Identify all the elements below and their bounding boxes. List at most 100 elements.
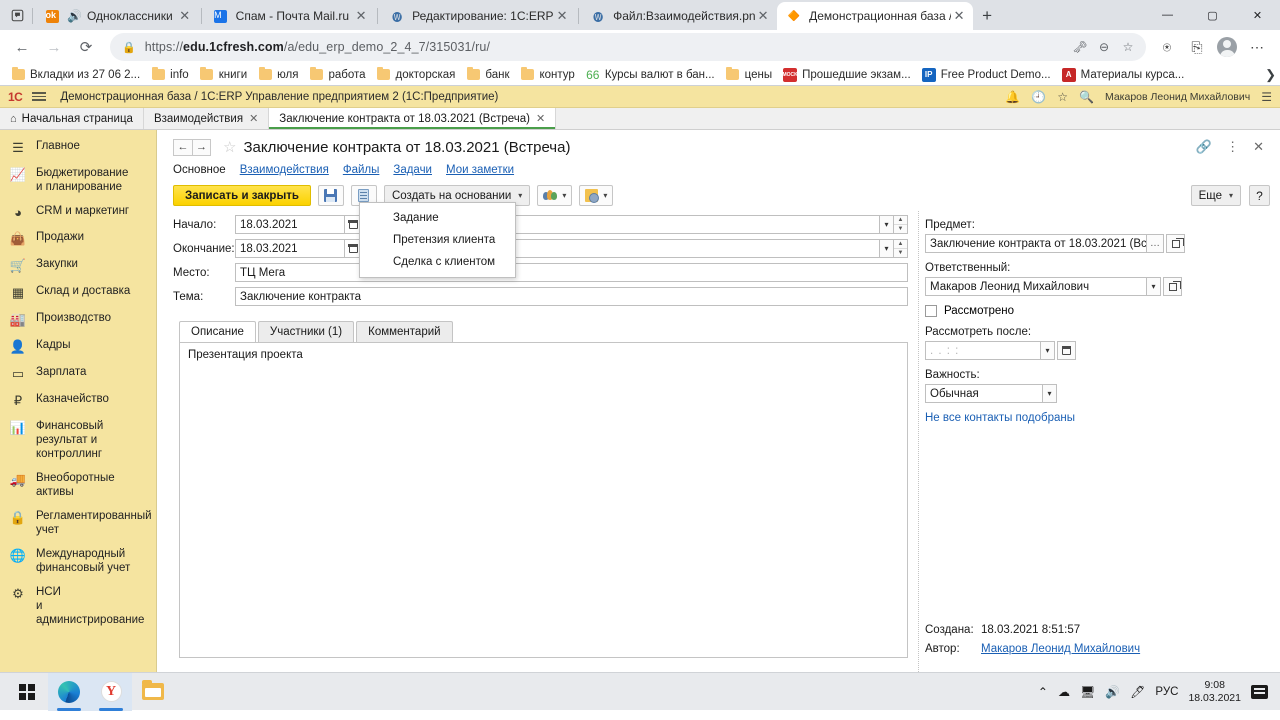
review-after-input[interactable]: . . : : — [925, 341, 1041, 360]
sidebar-item-crm[interactable]: ◕ CRM и маркетинг — [0, 199, 156, 225]
author-link[interactable]: Макаров Леонид Михайлович — [981, 643, 1140, 655]
file-explorer-button[interactable] — [132, 673, 174, 711]
bookmark-item[interactable]: info — [146, 66, 195, 83]
tab-close-icon[interactable]: ✕ — [755, 8, 771, 24]
bookmark-item[interactable]: Вкладки из 27 06 2... — [6, 66, 146, 83]
contacts-warning-link[interactable]: Не все контакты подобраны — [925, 412, 1270, 424]
help-button[interactable]: ? — [1249, 185, 1270, 206]
tab-zadachi[interactable]: Задачи — [393, 164, 432, 176]
yandex-browser-button[interactable]: Y — [90, 672, 132, 711]
address-bar[interactable]: 🔒 https://edu.1cfresh.com/a/edu_erp_demo… — [110, 33, 1146, 61]
subject-ellipsis-button[interactable]: … — [1147, 234, 1164, 253]
participants-button[interactable]: ▾ — [537, 185, 573, 206]
back-button[interactable]: ← — [8, 33, 36, 61]
tab-close-icon[interactable]: ✕ — [177, 8, 193, 24]
favorite-add-icon[interactable]: ☆ — [1116, 35, 1140, 59]
favorites-star-icon[interactable]: ☆ — [1057, 90, 1068, 104]
tab-close-icon[interactable]: ✕ — [951, 8, 967, 24]
dropdown-item-zadanie[interactable]: Задание — [360, 207, 515, 229]
start-extra-dropdown-icon[interactable]: ▾ — [880, 215, 894, 234]
importance-dropdown-icon[interactable]: ▾ — [1043, 384, 1057, 403]
bookmark-item[interactable]: юля — [253, 66, 304, 83]
sidebar-item-regulated-accounting[interactable]: 🔒 Регламентированный учет — [0, 504, 156, 542]
tab-osnovnoe[interactable]: Основное — [173, 164, 226, 176]
content-tab-comment[interactable]: Комментарий — [356, 321, 453, 342]
description-textarea[interactable]: Презентация проекта — [179, 342, 908, 658]
subject-input[interactable]: Заключение контракта от 18.03.2021 (Встр… — [925, 234, 1147, 253]
onec-tab-home[interactable]: ⌂ Начальная страница — [0, 108, 144, 129]
responsible-dropdown-icon[interactable]: ▾ — [1147, 277, 1161, 296]
content-tab-participants[interactable]: Участники (1) — [257, 321, 355, 342]
tab-close-icon[interactable]: ✕ — [353, 8, 369, 24]
sidebar-item-warehouse[interactable]: ▦ Склад и доставка — [0, 279, 156, 306]
split-screen-icon[interactable]: ⎘ — [1182, 33, 1212, 61]
network-icon[interactable]: 🖥 — [1080, 685, 1095, 699]
start-extra-spinner[interactable]: ▲ ▼ — [894, 215, 908, 234]
tab-audio-icon[interactable]: 🔊 — [67, 9, 82, 23]
profile-icon[interactable] — [1212, 33, 1242, 61]
review-after-dropdown-icon[interactable]: ▾ — [1041, 341, 1055, 360]
browser-tab[interactable]: 🅦 Редактирование: 1C:ERP Управ ✕ — [380, 2, 576, 30]
sidebar-item-international-accounting[interactable]: 🌐 Международный финансовый учет — [0, 542, 156, 580]
browser-tab[interactable]: М Спам - Почта Mail.ru ✕ — [204, 2, 375, 30]
onec-tab-interactions[interactable]: Взаимодействия ✕ — [144, 108, 270, 129]
topic-input[interactable]: Заключение контракта — [235, 287, 908, 306]
browser-tab-active[interactable]: 🔶 Демонстрационная база / 1C:E ✕ — [777, 2, 974, 30]
close-window-button[interactable]: ✕ — [1235, 0, 1280, 30]
collections-icon[interactable]: ⍟ — [1152, 33, 1182, 61]
bookmark-item[interactable]: MOCK Прошедшие экзам... — [778, 67, 917, 83]
sidebar-item-main[interactable]: ☰ Главное — [0, 134, 156, 161]
place-input[interactable]: ТЦ Мега — [235, 263, 908, 282]
end-extra-spinner[interactable]: ▲ ▼ — [894, 239, 908, 258]
reviewed-checkbox-row[interactable]: Рассмотрено — [925, 305, 1270, 317]
sidebar-item-sales[interactable]: 👜 Продажи — [0, 225, 156, 252]
reload-button[interactable]: ⟳ — [72, 33, 100, 61]
review-after-calendar-button[interactable] — [1057, 341, 1076, 360]
bell-icon[interactable]: 🔔 — [1005, 90, 1020, 104]
clock[interactable]: 9:08 18.03.2021 — [1188, 679, 1241, 705]
tab-fayly[interactable]: Файлы — [343, 164, 380, 176]
end-extra-dropdown-icon[interactable]: ▾ — [880, 239, 894, 258]
bookmark-item[interactable]: докторская — [372, 66, 462, 83]
save-button[interactable] — [317, 185, 344, 206]
tray-chevron-icon[interactable]: ⌃ — [1038, 685, 1048, 699]
sidebar-item-payroll[interactable]: ▭ Зарплата — [0, 360, 156, 387]
browser-tab[interactable]: ok 🔊 Одноклассники ✕ — [35, 2, 199, 30]
notifications-icon[interactable] — [1251, 684, 1268, 699]
bookmark-item[interactable]: контур — [515, 66, 580, 83]
more-button[interactable]: Еще ▾ — [1190, 185, 1241, 206]
tab-close-icon[interactable]: ✕ — [536, 112, 545, 125]
subject-open-button[interactable] — [1166, 234, 1185, 253]
key-icon[interactable]: 🗝 — [1068, 35, 1092, 59]
close-icon[interactable]: ✕ — [1253, 139, 1264, 155]
onec-menu-icon[interactable]: ☰ — [1261, 90, 1272, 104]
language-indicator[interactable]: РУС — [1155, 686, 1178, 698]
settings-more-icon[interactable]: ⋯ — [1242, 33, 1272, 61]
history-icon[interactable]: 🕘 — [1031, 90, 1046, 104]
new-tab-button[interactable]: + — [973, 2, 1001, 30]
responsible-input[interactable]: Макаров Леонид Михайлович — [925, 277, 1147, 296]
tab-moi-zametki[interactable]: Мои заметки — [446, 164, 514, 176]
bookmark-item[interactable]: 66 Курсы валют в бан... — [581, 67, 721, 83]
content-tab-description[interactable]: Описание — [179, 321, 256, 343]
tab-vzaimodeystviya[interactable]: Взаимодействия — [240, 164, 329, 176]
save-and-close-button[interactable]: Записать и закрыть — [173, 185, 311, 206]
forward-button[interactable]: → — [40, 33, 68, 61]
pen-icon[interactable]: 🖊 — [1130, 685, 1145, 699]
dropdown-item-pretenziya[interactable]: Претензия клиента — [360, 229, 515, 251]
zoom-out-icon[interactable]: ⊖ — [1092, 35, 1116, 59]
maximize-button[interactable]: ▢ — [1190, 0, 1235, 30]
link-icon[interactable]: 🔗 — [1196, 139, 1212, 155]
favorite-star-icon[interactable]: ☆ — [223, 138, 236, 156]
sidebar-item-production[interactable]: 🏭 Производство — [0, 306, 156, 333]
responsible-open-button[interactable] — [1163, 277, 1182, 296]
end-date-input[interactable]: 18.03.2021 — [235, 239, 345, 258]
search-icon[interactable]: 🔍 — [1079, 90, 1094, 104]
sidebar-item-treasury[interactable]: ₽ Казначейство — [0, 387, 156, 414]
browser-tab[interactable]: 🅦 Файл:Взаимодействия.png — В ✕ — [581, 2, 777, 30]
start-button[interactable] — [6, 673, 48, 711]
bookmark-item[interactable]: работа — [304, 66, 371, 83]
sidebar-item-purchasing[interactable]: 🛒 Закупки — [0, 252, 156, 279]
sidebar-item-fixed-assets[interactable]: 🚚 Внеоборотные активы — [0, 466, 156, 504]
main-menu-icon[interactable] — [32, 92, 47, 101]
